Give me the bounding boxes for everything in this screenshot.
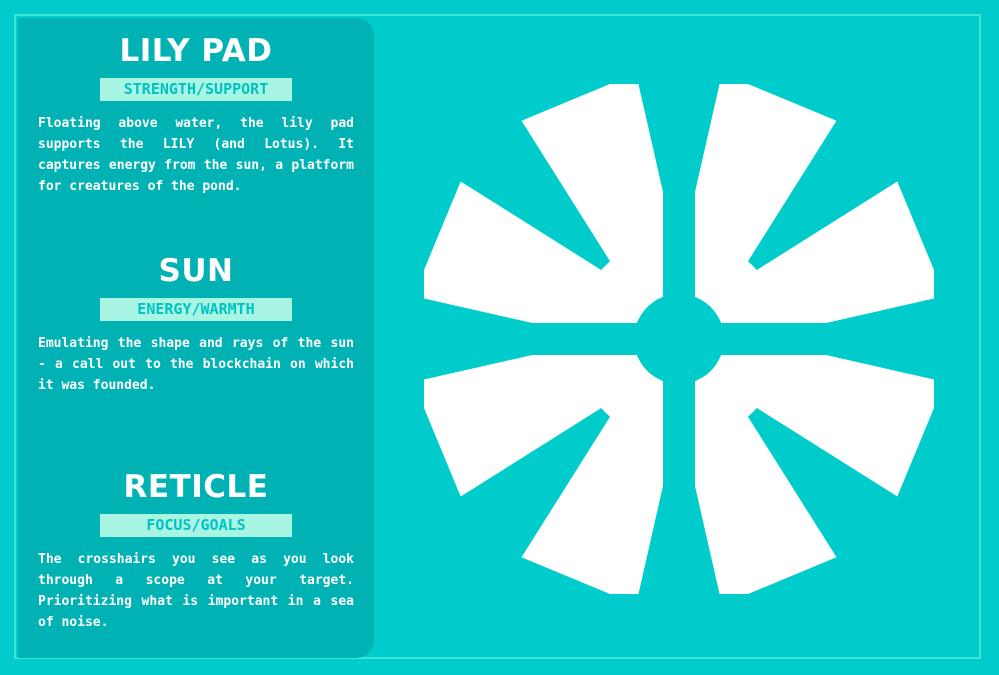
sun-reticle-logo-icon: [424, 84, 934, 594]
section-tag: FOCUS/GOALS: [100, 514, 292, 537]
section-reticle: RETICLE FOCUS/GOALS The crosshairs you s…: [38, 470, 354, 633]
section-title: SUN: [158, 253, 234, 289]
section-tag: STRENGTH/SUPPORT: [100, 78, 292, 101]
section-body: Floating above water, the lily pad suppo…: [38, 116, 354, 194]
info-panel: LILY PAD STRENGTH/SUPPORT Floating above…: [18, 18, 374, 658]
section-title: RETICLE: [123, 469, 269, 505]
section-sun: SUN ENERGY/WARMTH Emulating the shape an…: [38, 254, 354, 396]
section-body: The crosshairs you see as you look throu…: [38, 552, 354, 630]
section-lily-pad: LILY PAD STRENGTH/SUPPORT Floating above…: [38, 34, 354, 197]
section-title: LILY PAD: [119, 33, 273, 69]
section-body: Emulating the shape and rays of the sun …: [38, 336, 354, 393]
section-tag: ENERGY/WARMTH: [100, 298, 292, 321]
